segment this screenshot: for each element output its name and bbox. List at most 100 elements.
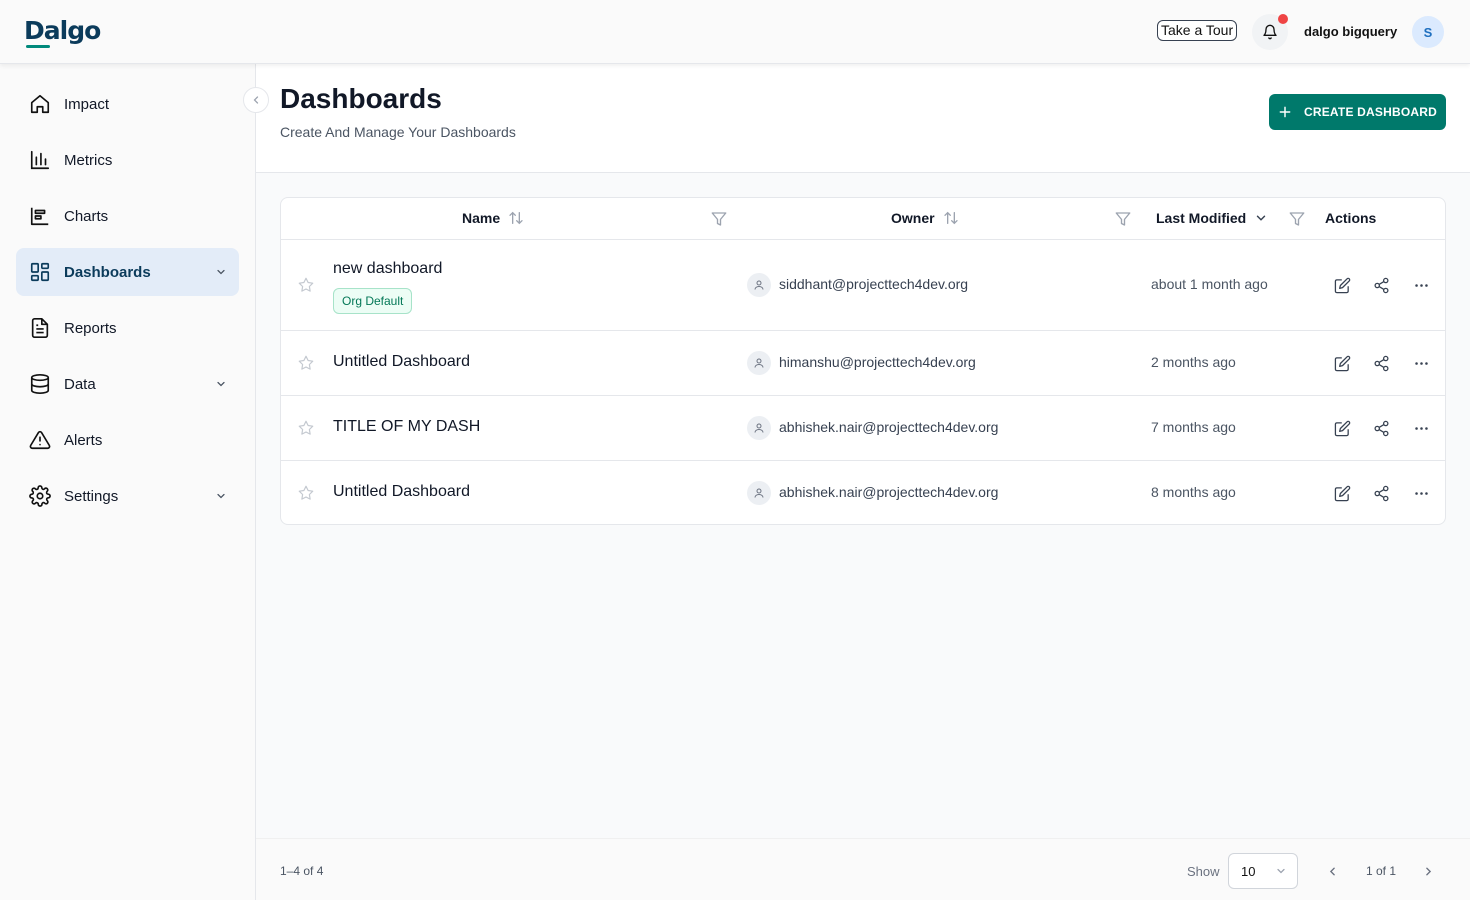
user-icon (747, 481, 771, 505)
notification-dot (1278, 14, 1288, 24)
dalgo-logo[interactable]: Dalgo (24, 16, 101, 45)
plus-icon (1279, 106, 1291, 118)
last-modified: 8 months ago (1151, 484, 1236, 500)
chevron-down-icon (1277, 868, 1285, 874)
more-horizontal-icon (1414, 361, 1428, 365)
column-header-last-modified[interactable]: Last Modified (1156, 210, 1268, 226)
edit-icon (1334, 355, 1350, 371)
dashboard-name[interactable]: Untitled Dashboard (333, 483, 470, 501)
edit-icon (1334, 420, 1350, 436)
sidebar-item-data[interactable]: Data (16, 360, 239, 408)
edit-button[interactable] (1331, 417, 1353, 439)
page-info: 1 of 1 (1366, 864, 1397, 878)
user-icon (747, 416, 771, 440)
page-title: Dashboards (280, 83, 442, 114)
sidebar-item-label: Charts (64, 207, 109, 225)
edit-button[interactable] (1331, 274, 1353, 296)
last-modified: 2 months ago (1151, 354, 1236, 370)
dashboard-name[interactable]: TITLE OF MY DASH (333, 418, 480, 436)
more-horizontal-icon (1414, 283, 1428, 287)
dashboard-name[interactable]: Untitled Dashboard (333, 353, 470, 371)
owner-email: siddhant@projecttech4dev.org (779, 276, 969, 292)
sidebar-item-alerts[interactable]: Alerts (16, 416, 239, 464)
edit-button[interactable] (1331, 352, 1353, 374)
column-label: Owner (891, 210, 935, 226)
top-bar: Dalgo Take a Tour dalgo bigquery S (0, 0, 1470, 64)
chevron-right-icon (1425, 867, 1431, 875)
sidebar-item-label: Dashboards (64, 263, 151, 281)
document-icon (28, 316, 52, 340)
share-button[interactable] (1370, 482, 1392, 504)
sidebar-item-settings[interactable]: Settings (16, 472, 239, 520)
owner-email: abhishek.nair@projecttech4dev.org (779, 484, 999, 500)
chevron-down-icon[interactable] (213, 264, 229, 280)
sidebar-item-label: Settings (64, 487, 119, 505)
edit-icon (1334, 277, 1350, 293)
chevron-down-icon[interactable] (213, 488, 229, 504)
edit-button[interactable] (1331, 482, 1353, 504)
star-icon[interactable] (297, 276, 315, 294)
share-icon (1373, 277, 1389, 293)
filter-icon[interactable] (1288, 210, 1306, 228)
share-button[interactable] (1370, 352, 1392, 374)
chevron-down-icon[interactable] (1254, 211, 1268, 225)
home-icon (28, 92, 52, 116)
chevron-left-icon (1329, 867, 1335, 875)
take-a-tour-button[interactable]: Take a Tour (1157, 20, 1238, 41)
next-page-button[interactable] (1418, 861, 1438, 881)
table-row[interactable]: TITLE OF MY DASH abhishek.nair@projectte… (281, 396, 1445, 461)
database-icon (28, 372, 52, 396)
owner-email: abhishek.nair@projecttech4dev.org (779, 419, 999, 435)
sidebar-item-dashboards[interactable]: Dashboards (16, 248, 239, 296)
rows-per-page-label: Show (1187, 864, 1220, 879)
sort-icon[interactable] (943, 210, 959, 226)
filter-icon[interactable] (1114, 210, 1132, 228)
more-horizontal-icon (1414, 426, 1428, 430)
sidebar-item-impact[interactable]: Impact (16, 80, 239, 128)
table-row[interactable]: new dashboard Org Default siddhant@proje… (281, 240, 1445, 331)
dashboard-name[interactable]: new dashboard (333, 260, 442, 278)
filter-icon[interactable] (710, 210, 728, 228)
sidebar-item-label: Impact (64, 95, 110, 113)
more-options-button[interactable] (1410, 274, 1432, 296)
share-button[interactable] (1370, 274, 1392, 296)
star-icon[interactable] (297, 419, 315, 437)
owner-email: himanshu@projecttech4dev.org (779, 354, 976, 370)
create-dashboard-button[interactable]: CREATE DASHBOARD (1269, 94, 1446, 130)
bell-icon (1263, 24, 1277, 40)
org-name[interactable]: dalgo bigquery (1304, 24, 1397, 39)
create-dashboard-label: CREATE DASHBOARD (1304, 105, 1437, 119)
sidebar-item-label: Alerts (64, 431, 103, 449)
sidebar-item-label: Reports (64, 319, 117, 337)
more-options-button[interactable] (1410, 482, 1432, 504)
last-modified: about 1 month ago (1151, 276, 1268, 292)
chevron-left-icon (253, 96, 259, 104)
previous-page-button[interactable] (1322, 861, 1342, 881)
sidebar-item-reports[interactable]: Reports (16, 304, 239, 352)
edit-icon (1334, 485, 1350, 501)
column-header-owner[interactable]: Owner (891, 210, 959, 226)
sidebar-item-charts[interactable]: Charts (16, 192, 239, 240)
sidebar-item-metrics[interactable]: Metrics (16, 136, 239, 184)
star-icon[interactable] (297, 354, 315, 372)
column-header-name[interactable]: Name (462, 210, 524, 226)
table-row[interactable]: Untitled Dashboard abhishek.nair@project… (281, 461, 1445, 524)
sort-icon[interactable] (508, 210, 524, 226)
star-icon[interactable] (297, 484, 315, 502)
share-button[interactable] (1370, 417, 1392, 439)
share-icon (1373, 355, 1389, 371)
chart-icon (28, 204, 52, 228)
column-label: Last Modified (1156, 210, 1247, 226)
more-options-button[interactable] (1410, 352, 1432, 374)
user-avatar[interactable]: S (1412, 16, 1444, 48)
chevron-down-icon[interactable] (213, 376, 229, 392)
user-icon (747, 351, 771, 375)
rows-per-page-select[interactable]: 10 (1228, 853, 1298, 889)
sidebar-item-label: Metrics (64, 151, 113, 169)
collapse-sidebar-button[interactable] (243, 87, 269, 113)
table-row[interactable]: Untitled Dashboard himanshu@projecttech4… (281, 331, 1445, 396)
grid-icon (28, 260, 52, 284)
share-icon (1373, 485, 1389, 501)
more-options-button[interactable] (1410, 417, 1432, 439)
sidebar-item-label: Data (64, 375, 96, 393)
